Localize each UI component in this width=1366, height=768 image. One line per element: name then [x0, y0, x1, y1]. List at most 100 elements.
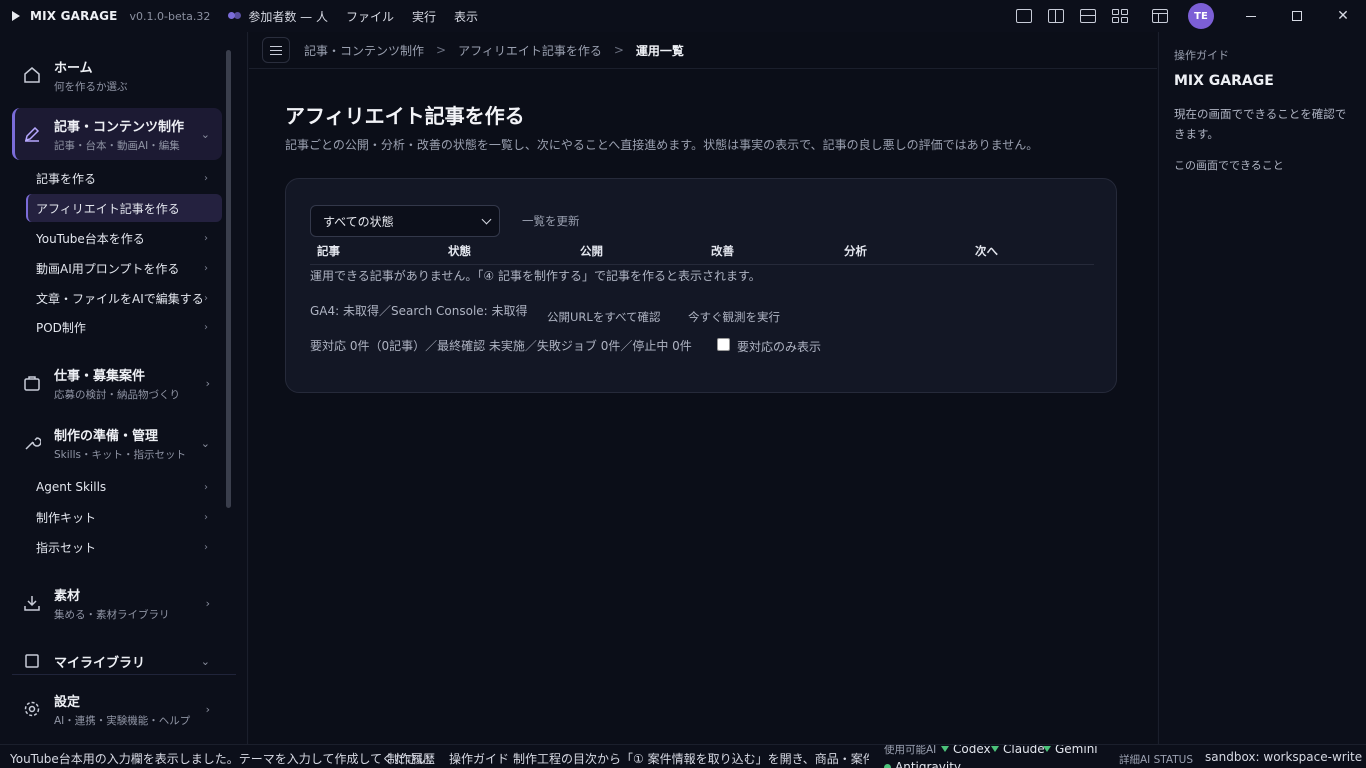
only-action-checkbox[interactable] — [717, 338, 730, 351]
menu-toggle-button[interactable] — [262, 37, 290, 63]
sidebar-item-pod[interactable]: POD制作 › — [26, 313, 222, 341]
play-icon[interactable] — [12, 11, 20, 21]
app-name: MIX GARAGE — [30, 9, 118, 23]
item-label: 指示セット — [36, 540, 97, 555]
title-bar: MIX GARAGE v0.1.0-beta.32 参加者数 — 人 ファイル … — [0, 0, 1366, 32]
status-bar: YouTube台本用の入力欄を表示しました。テーマを入力して作成してください。 … — [0, 744, 1366, 768]
sidebar-section-materials[interactable]: 素材 集める・素材ライブラリ › — [12, 582, 222, 624]
sidebar-item-kit[interactable]: 制作キット › — [26, 503, 222, 531]
section-subtitle: Skills・キット・指示セット — [54, 448, 186, 461]
layout-columns-icon[interactable] — [1048, 9, 1064, 23]
chevron-right-icon: › — [205, 377, 210, 390]
sidebar-section-settings[interactable]: 設定 AI・連携・実験機能・ヘルプ › — [12, 688, 222, 730]
breadcrumb-item[interactable]: アフィリエイト記事を作る — [458, 42, 602, 59]
ai-status-claude: Claude — [991, 745, 1045, 756]
sidebar-item-video-ai-prompt[interactable]: 動画AI用プロンプトを作る › — [26, 254, 222, 282]
page-description: 記事ごとの公開・分析・改善の状態を一覧し、次にやることへ直接進めます。状態は事実… — [285, 138, 1039, 152]
only-action-label[interactable]: 要対応のみ表示 — [737, 338, 821, 355]
gear-icon — [23, 700, 41, 718]
download-icon — [23, 594, 41, 612]
layout-grid-icon[interactable] — [1112, 9, 1128, 23]
section-title: 設定 — [54, 694, 81, 710]
section-title: 制作の準備・管理 — [54, 428, 159, 444]
select-value: すべての状態 — [323, 214, 394, 229]
ai-name: Codex — [953, 744, 991, 756]
chevron-down-icon — [481, 214, 492, 225]
section-title: 記事・コンテンツ制作 — [54, 119, 185, 135]
column-header: 分析 — [844, 244, 867, 258]
chevron-right-icon: › — [204, 481, 208, 493]
sidebar-section-jobs[interactable]: 仕事・募集案件 応募の検討・納品物づくり › — [12, 362, 222, 404]
home-icon — [23, 66, 41, 84]
minimize-button[interactable] — [1228, 0, 1274, 32]
layout-rows-icon[interactable] — [1080, 9, 1096, 23]
layout-panel-icon[interactable] — [1152, 9, 1168, 23]
column-header: 記事 — [317, 244, 340, 258]
chevron-down-icon: ⌄ — [200, 128, 210, 141]
sidebar-item-ai-edit[interactable]: 文章・ファイルをAIで編集する › — [26, 284, 222, 312]
chevron-right-icon: › — [204, 232, 208, 244]
page-title: アフィリエイト記事を作る — [285, 104, 525, 128]
sidebar-section-my-library[interactable]: マイライブラリ ⌄ — [12, 646, 222, 676]
people-icon — [228, 11, 242, 21]
maximize-icon — [1292, 11, 1302, 21]
item-label: POD制作 — [36, 320, 86, 335]
avatar[interactable]: TE — [1188, 3, 1214, 29]
ai-status-details-button[interactable]: 詳細AI STATUS — [1119, 752, 1193, 767]
menu-view[interactable]: 表示 — [454, 8, 478, 25]
app-version: v0.1.0-beta.32 — [129, 9, 211, 23]
chevron-right-icon: › — [204, 511, 208, 523]
menu-file[interactable]: ファイル — [346, 8, 394, 25]
item-label: 文章・ファイルをAIで編集する — [36, 291, 204, 306]
section-subtitle: AI・連携・実験機能・ヘルプ — [54, 714, 191, 727]
section-subtitle: 応募の検討・納品物づくり — [54, 388, 180, 401]
status-dot-icon — [1043, 746, 1051, 752]
section-subtitle: 何を作るか選ぶ — [54, 80, 128, 93]
chevron-right-icon: › — [204, 321, 208, 333]
ai-name: Antigravity — [895, 760, 961, 768]
briefcase-icon — [23, 374, 41, 392]
status-tip: 制作工程の目次から「① 案件情報を取り込む」を開き、商品・案件情報の — [513, 752, 869, 766]
pen-icon — [23, 125, 41, 143]
item-label: 動画AI用プロンプトを作る — [36, 261, 180, 276]
layout-single-icon[interactable] — [1016, 9, 1032, 23]
breadcrumb-item[interactable]: 記事・コンテンツ制作 — [304, 42, 424, 59]
history-button[interactable]: 制作履歴 — [387, 750, 435, 767]
status-dot-icon — [941, 746, 949, 752]
status-message: YouTube台本用の入力欄を表示しました。テーマを入力して作成してください。 — [10, 752, 442, 766]
item-label: YouTube台本を作る — [36, 231, 145, 246]
status-filter-select[interactable]: すべての状態 — [310, 205, 500, 237]
wrench-icon — [23, 434, 41, 452]
section-title: ホーム — [54, 60, 93, 76]
check-all-urls-button[interactable]: 公開URLをすべて確認 — [547, 309, 661, 325]
refresh-list-button[interactable]: 一覧を更新 — [522, 213, 580, 229]
column-header: 公開 — [580, 244, 603, 258]
sidebar-item-affiliate-article[interactable]: アフィリエイト記事を作る — [26, 194, 222, 222]
sidebar-section-prep[interactable]: 制作の準備・管理 Skills・キット・指示セット ⌄ — [12, 422, 222, 464]
section-title: 素材 — [54, 588, 81, 604]
guide-panel: 操作ガイド MIX GARAGE 現在の画面でできることを確認できます。 この画… — [1158, 32, 1366, 744]
sidebar-item-agent-skills[interactable]: Agent Skills › — [26, 473, 222, 501]
sidebar-item-create-article[interactable]: 記事を作る › — [26, 164, 222, 192]
sidebar-section-home[interactable]: ホーム 何を作るか選ぶ — [12, 54, 222, 96]
section-subtitle: 記事・台本・動画AI・編集 — [54, 139, 180, 152]
close-button[interactable]: ✕ — [1320, 0, 1366, 32]
section-title: マイライブラリ — [54, 655, 146, 671]
guide-button[interactable]: 操作ガイド — [449, 750, 509, 767]
chevron-right-icon: › — [205, 597, 210, 610]
sidebar-section-content[interactable]: 記事・コンテンツ制作 記事・台本・動画AI・編集 ⌄ — [12, 108, 222, 160]
sidebar-scrollbar[interactable] — [226, 50, 231, 508]
chevron-right-icon: › — [204, 541, 208, 553]
menu-run[interactable]: 実行 — [412, 8, 436, 25]
maximize-button[interactable] — [1274, 0, 1320, 32]
guide-label: 操作ガイド — [1174, 49, 1229, 62]
observe-now-button[interactable]: 今すぐ観測を実行 — [688, 309, 780, 325]
guide-link[interactable]: この画面でできること — [1174, 157, 1284, 173]
available-ai-label: 使用可能AI — [884, 744, 937, 756]
ai-status-codex: Codex — [941, 744, 991, 756]
guide-title: MIX GARAGE — [1174, 73, 1274, 89]
ai-name: Gemini — [1055, 744, 1098, 756]
sidebar-item-youtube-script[interactable]: YouTube台本を作る › — [26, 224, 222, 252]
sidebar-item-instruction-set[interactable]: 指示セット › — [26, 533, 222, 561]
item-label: アフィリエイト記事を作る — [36, 201, 180, 216]
